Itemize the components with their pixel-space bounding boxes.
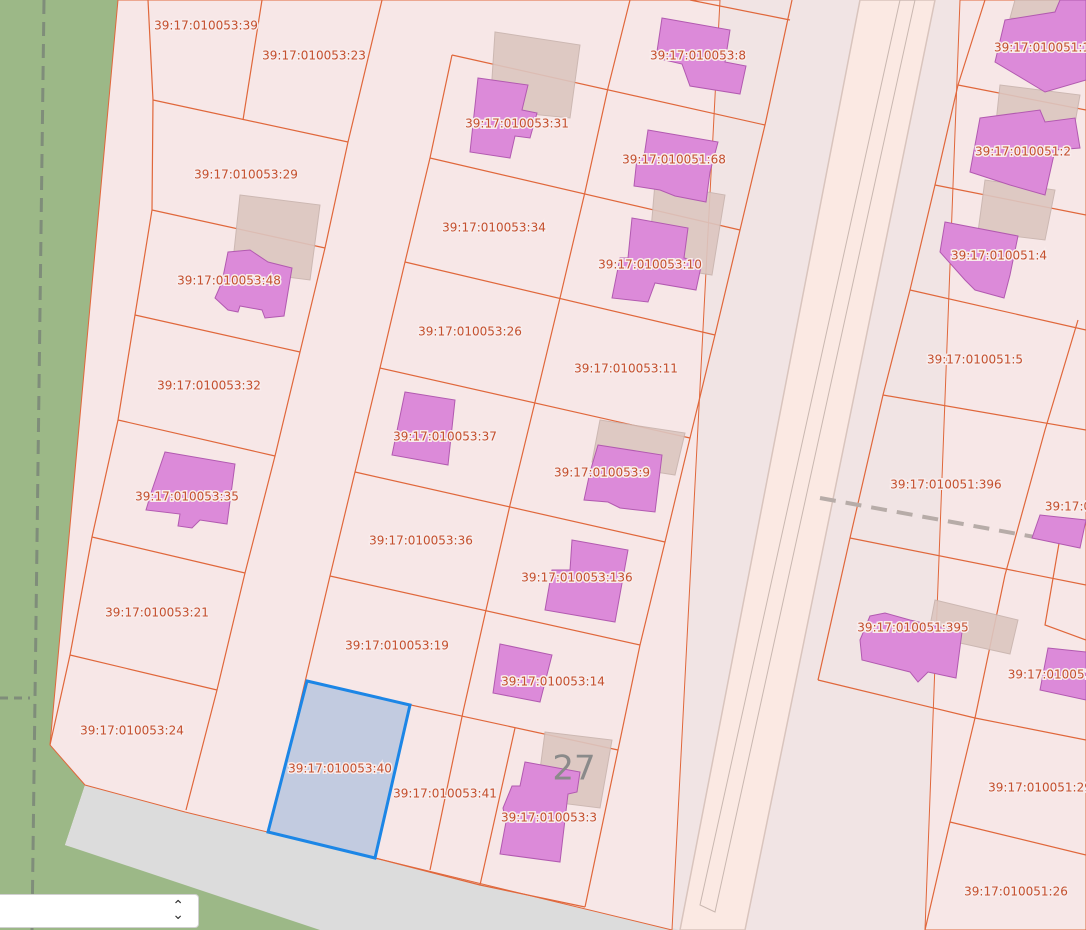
parcel-label[interactable]: 39:17:010053:23 (261, 47, 368, 64)
parcel-label[interactable]: 39:17:0 (1043, 498, 1086, 515)
parcel-label[interactable]: 39:17:010053:21 (104, 604, 211, 621)
parcel-label[interactable]: 39:17:010053:34 (441, 219, 548, 236)
parcel-label[interactable]: 39:17:010053:41 (392, 785, 499, 802)
parcel-label[interactable]: 39:17:010051:29 (987, 779, 1086, 796)
parcel-label[interactable]: 39:17:010053:3 (499, 809, 598, 826)
parcel-label[interactable]: 39:17:010053:26 (417, 323, 524, 340)
parcel-label[interactable]: 39:17:010051:5 (925, 351, 1024, 368)
parcel-label[interactable]: 39:17:010053:9 (552, 464, 651, 481)
parcel-label[interactable]: 39:17:010053:24 (79, 722, 186, 739)
parcel-label[interactable]: 39:17:010053:39 (153, 17, 260, 34)
parcel-label[interactable]: 39:17:010053:31 (464, 115, 571, 132)
cadastral-map[interactable]: 27 39:17:010053:39 39:17:010053:23 39:17… (0, 0, 1086, 930)
parcel-label[interactable]: 39:17:010053:10 (597, 256, 704, 273)
layer-select[interactable]: ⌃ ⌄ (0, 894, 199, 928)
parcel-label[interactable]: 39:17:010053:19 (344, 637, 451, 654)
parcel-label[interactable]: 39:17:010051 (1006, 666, 1086, 683)
updown-chevron-icon[interactable]: ⌃ ⌄ (172, 899, 184, 922)
parcel-label[interactable]: 39:17:010053:136 (520, 569, 634, 586)
parcel-label[interactable]: 39:17:010051:4 (949, 247, 1048, 264)
parcel-label[interactable]: 39:17:010053:29 (193, 166, 300, 183)
parcel-label[interactable]: 39:17:010053:35 (134, 488, 241, 505)
parcel-label[interactable]: 39:17:010051:26 (963, 883, 1070, 900)
parcel-label[interactable]: 39:17:010051:395 (856, 619, 970, 636)
parcel-label[interactable]: 39:17:010051:396 (889, 476, 1003, 493)
parcel-label[interactable]: 39:17:010053:48 (176, 272, 283, 289)
parcel-label[interactable]: 39:17:010053:8 (648, 47, 747, 64)
parcel-label[interactable]: 39:17:010053:14 (500, 673, 607, 690)
parcel-label[interactable]: 39:17:010053:11 (573, 360, 680, 377)
parcel-label-selected[interactable]: 39:17:010053:40 (287, 760, 394, 777)
parcel-label[interactable]: 39:17:010051:1 (992, 39, 1086, 56)
parcel-label[interactable]: 39:17:010051:2 (973, 143, 1072, 160)
parcel-label[interactable]: 39:17:010053:37 (392, 428, 499, 445)
parcel-label[interactable]: 39:17:010053:32 (156, 377, 263, 394)
parcel-label[interactable]: 39:17:010053:36 (368, 532, 475, 549)
parcel-label[interactable]: 39:17:010051:68 (621, 151, 728, 168)
house-number: 27 (552, 749, 595, 789)
